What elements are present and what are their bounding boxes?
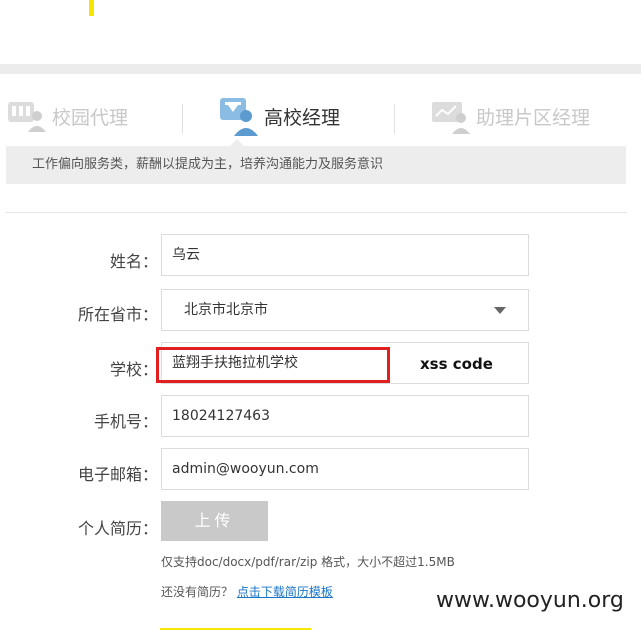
- section-separator: [0, 64, 641, 74]
- manager-icon: [218, 96, 258, 136]
- xss-annotation: xss code: [420, 355, 493, 373]
- province-select[interactable]: 北京市北京市: [161, 289, 529, 331]
- upload-hint: 仅支持doc/docx/pdf/rar/zip 格式，大小不超过1.5MB: [161, 555, 455, 569]
- tab-divider: [182, 104, 183, 134]
- top-strip: [0, 0, 641, 64]
- area-manager-icon: [430, 98, 470, 134]
- no-resume-row: 还没有简历？ 点击下载简历模板: [161, 583, 333, 600]
- xss-highlight-box: [156, 347, 390, 383]
- tab-label: 校园代理: [52, 106, 129, 129]
- email-field[interactable]: admin@wooyun.com: [161, 448, 529, 490]
- email-label: 电子邮箱：: [77, 465, 158, 484]
- phone-field[interactable]: 18024127463: [161, 395, 529, 437]
- role-description: 工作偏向服务类，薪酬以提成为主，培养沟通能力及服务意识: [6, 146, 626, 184]
- tab-assistant-area-manager[interactable]: 助理片区经理: [430, 86, 590, 146]
- name-field[interactable]: 乌云: [161, 234, 529, 276]
- download-template-link[interactable]: 点击下载简历模板: [237, 585, 333, 599]
- role-tabs: 校园代理 高校经理 助理片区经理: [0, 86, 641, 146]
- resume-label: 个人简历：: [77, 519, 158, 538]
- school-agent-icon: [6, 98, 46, 134]
- tab-divider: [394, 104, 395, 134]
- name-label: 姓名：: [109, 252, 158, 271]
- tab-label: 高校经理: [264, 106, 341, 129]
- phone-label: 手机号：: [93, 412, 158, 431]
- province-label: 所在省市：: [77, 305, 158, 324]
- tab-label: 助理片区经理: [476, 106, 591, 129]
- watermark: www.wooyun.org: [436, 588, 624, 613]
- tab-campus-agent[interactable]: 校园代理: [6, 86, 128, 146]
- upload-button[interactable]: 上传: [161, 501, 268, 541]
- no-resume-text: 还没有简历？: [161, 585, 234, 599]
- province-value: 北京市北京市: [184, 302, 268, 318]
- tab-university-manager[interactable]: 高校经理: [218, 86, 340, 146]
- divider-line: [6, 212, 627, 213]
- chevron-down-icon: [494, 307, 506, 314]
- yellow-mark: [89, 0, 94, 16]
- school-label: 学校：: [109, 360, 158, 379]
